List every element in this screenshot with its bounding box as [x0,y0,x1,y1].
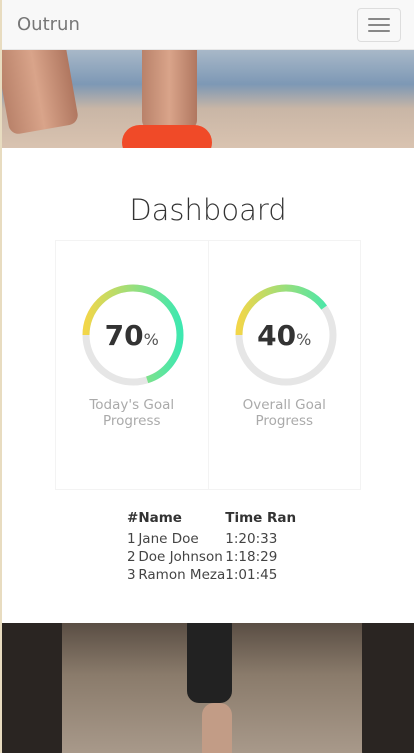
hamburger-line [368,29,390,32]
table-row: 2 Doe Johnson 1:18:29 [127,549,278,565]
menu-toggle-button[interactable] [357,7,401,42]
brand-link[interactable]: Outrun [17,14,80,35]
column-header: # [127,510,139,526]
table-row: 1 Jane Doe 1:20:33 [127,531,278,547]
leaderboard-table: # Name Time Ran 1 Jane Doe 1:20:33 2 Doe Jo… [127,510,296,584]
progress-widgets: 70% Today's Goal Progress 40% Overall Go… [55,240,361,490]
today-goal-widget: 70% Today's Goal Progress [56,241,208,489]
hero-image [2,50,414,148]
footer-image [2,623,414,753]
hamburger-line [368,23,390,26]
column-header: Name [138,510,182,526]
progress-label: Overall Goal Progress [242,397,326,429]
navbar: Outrun [2,0,414,50]
progress-value: 70% [104,319,159,352]
column-header: Time Ran [225,510,297,526]
overall-goal-widget: 40% Overall Goal Progress [207,241,361,489]
page-title: Dashboard [129,193,287,227]
table-row: 3 Ramon Meza 1:01:45 [127,567,278,583]
progress-label: Today's Goal Progress [89,397,175,429]
page: Outrun Dashboard 70% Today's Goal Progre… [2,0,414,753]
hamburger-icon [368,17,390,20]
progress-value: 40% [257,319,312,352]
